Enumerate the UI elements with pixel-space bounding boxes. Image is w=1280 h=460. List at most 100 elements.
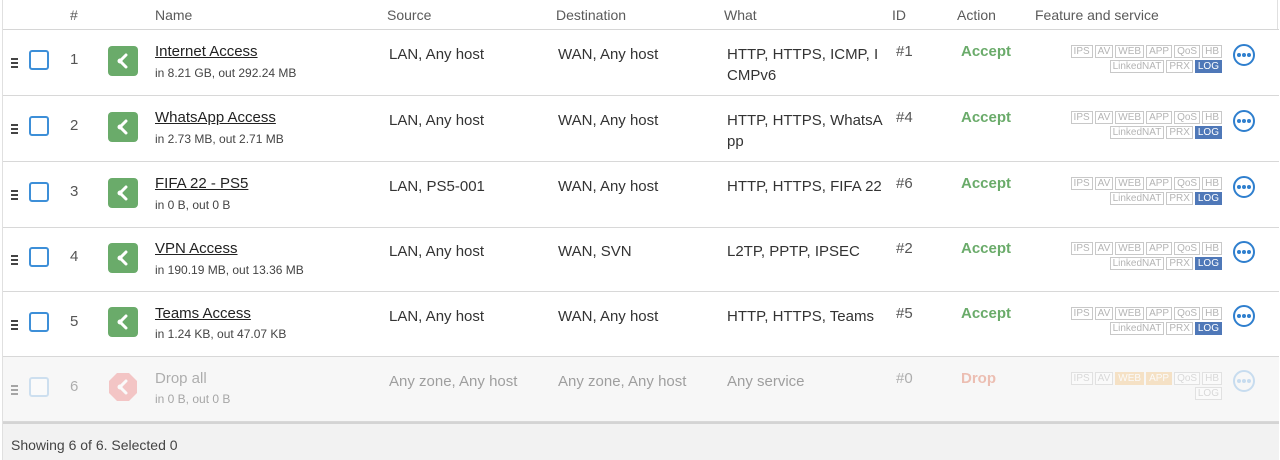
- tag-prx: PRX: [1166, 322, 1193, 335]
- tag-log: LOG: [1194, 60, 1222, 73]
- rule-source: LAN, Any host: [389, 308, 485, 325]
- tag-qos: QoS: [1174, 111, 1201, 124]
- rule-name-link[interactable]: Internet Access: [155, 43, 258, 60]
- tag-qos: QoS: [1174, 45, 1201, 58]
- tag-qos: QoS: [1174, 242, 1201, 255]
- column-header-features[interactable]: Feature and service: [1035, 7, 1159, 23]
- rule-action: Drop: [961, 370, 996, 387]
- drag-handle-icon[interactable]: [11, 124, 18, 136]
- rule-destination: WAN, Any host: [558, 46, 659, 63]
- column-header-action[interactable]: Action: [957, 7, 996, 23]
- rule-action: Accept: [961, 305, 1012, 322]
- column-header-number[interactable]: #: [70, 7, 78, 23]
- allow-rule-icon: [108, 112, 138, 142]
- column-header-name[interactable]: Name: [155, 7, 192, 23]
- allow-rule-icon: [108, 178, 138, 208]
- more-options-icon[interactable]: [1233, 305, 1255, 327]
- row-checkbox[interactable]: [29, 50, 49, 70]
- table-header: # Name Source Destination What ID Action…: [3, 0, 1279, 30]
- row-checkbox[interactable]: [29, 182, 49, 202]
- rule-name-link[interactable]: Teams Access: [155, 305, 251, 322]
- rule-id: #2: [896, 240, 913, 257]
- tag-av: AV: [1094, 111, 1114, 124]
- rule-name-link[interactable]: VPN Access: [155, 240, 238, 257]
- tag-log: LOG: [1194, 387, 1222, 400]
- tag-hb: HB: [1202, 242, 1222, 255]
- table-footer: Showing 6 of 6. Selected 0: [3, 422, 1279, 460]
- rule-row[interactable]: 3 FIFA 22 - PS5 in 0 B, out 0 B LAN, PS5…: [3, 162, 1279, 228]
- rule-traffic: in 1.24 KB, out 47.07 KB: [155, 327, 287, 341]
- tag-log: LOG: [1194, 322, 1222, 335]
- rule-traffic: in 8.21 GB, out 292.24 MB: [155, 66, 297, 80]
- tag-hb: HB: [1202, 45, 1222, 58]
- drag-handle-icon[interactable]: [11, 255, 18, 267]
- tag-av: AV: [1094, 45, 1114, 58]
- rule-id: #1: [896, 43, 913, 60]
- drag-handle-icon: [11, 385, 18, 397]
- feature-tags: IPS AV WEB APP QoS HB LinkedNAT PRX LOG: [1047, 45, 1222, 75]
- rule-destination: WAN, Any host: [558, 178, 659, 195]
- more-options-icon[interactable]: [1233, 370, 1255, 392]
- rule-traffic: in 0 B, out 0 B: [155, 198, 231, 212]
- rule-row[interactable]: 5 Teams Access in 1.24 KB, out 47.07 KB …: [3, 292, 1279, 357]
- more-options-icon[interactable]: [1233, 44, 1255, 66]
- rule-action: Accept: [961, 109, 1012, 126]
- tag-web: WEB: [1115, 111, 1145, 124]
- rule-row-default-drop[interactable]: 6 Drop all in 0 B, out 0 B Any zone, Any…: [3, 357, 1279, 422]
- drag-handle-icon[interactable]: [11, 190, 18, 202]
- more-options-icon[interactable]: [1233, 110, 1255, 132]
- rule-destination: WAN, SVN: [558, 243, 632, 260]
- rule-what: L2TP, PPTP, IPSEC: [727, 243, 860, 260]
- tag-linkednat: LinkedNAT: [1109, 257, 1165, 270]
- rule-source: LAN, Any host: [389, 46, 485, 63]
- rule-row[interactable]: 1 Internet Access in 8.21 GB, out 292.24…: [3, 30, 1279, 96]
- tag-app: APP: [1146, 307, 1173, 320]
- drop-rule-icon: [108, 372, 138, 402]
- rule-destination: WAN, Any host: [558, 112, 659, 129]
- status-summary: Showing 6 of 6. Selected 0: [11, 437, 178, 453]
- rule-source: LAN, Any host: [389, 112, 485, 129]
- tag-web: WEB: [1115, 242, 1145, 255]
- rule-source: LAN, Any host: [389, 243, 485, 260]
- column-header-destination[interactable]: Destination: [556, 7, 626, 23]
- tag-linkednat: LinkedNAT: [1109, 322, 1165, 335]
- more-options-icon[interactable]: [1233, 176, 1255, 198]
- rule-name-link[interactable]: FIFA 22 - PS5: [155, 175, 248, 192]
- row-checkbox[interactable]: [29, 312, 49, 332]
- tag-qos: QoS: [1174, 177, 1201, 190]
- tag-app: APP: [1146, 372, 1173, 385]
- tag-linkednat: LinkedNAT: [1109, 126, 1165, 139]
- tag-av: AV: [1094, 307, 1114, 320]
- column-header-what[interactable]: What: [724, 7, 757, 23]
- column-header-id[interactable]: ID: [892, 7, 906, 23]
- column-header-source[interactable]: Source: [387, 7, 431, 23]
- rule-number: 1: [70, 51, 79, 68]
- drag-handle-icon[interactable]: [11, 320, 18, 332]
- rule-id: #5: [896, 305, 913, 322]
- tag-web: WEB: [1115, 177, 1145, 190]
- tag-app: APP: [1146, 242, 1173, 255]
- rule-name-link[interactable]: WhatsApp Access: [155, 109, 276, 126]
- tag-av: AV: [1094, 372, 1114, 385]
- tag-app: APP: [1146, 111, 1173, 124]
- tag-app: APP: [1146, 177, 1173, 190]
- row-checkbox[interactable]: [29, 116, 49, 136]
- row-checkbox[interactable]: [29, 247, 49, 267]
- feature-tags: IPS AV WEB APP QoS HB LinkedNAT PRX LOG: [1047, 307, 1222, 337]
- row-checkbox: [29, 377, 49, 397]
- more-options-icon[interactable]: [1233, 241, 1255, 263]
- tag-hb: HB: [1202, 372, 1222, 385]
- feature-tags: IPS AV WEB APP QoS HB LinkedNAT PRX LOG: [1047, 177, 1222, 207]
- rule-row[interactable]: 2 WhatsApp Access in 2.73 MB, out 2.71 M…: [3, 96, 1279, 162]
- tag-prx: PRX: [1166, 192, 1193, 205]
- rule-number: 5: [70, 313, 79, 330]
- rule-id: #4: [896, 109, 913, 126]
- tag-web: WEB: [1115, 307, 1145, 320]
- rule-action: Accept: [961, 240, 1012, 257]
- tag-app: APP: [1146, 45, 1173, 58]
- rule-row[interactable]: 4 VPN Access in 190.19 MB, out 13.36 MB …: [3, 228, 1279, 292]
- tag-linkednat: LinkedNAT: [1109, 192, 1165, 205]
- rule-number: 3: [70, 183, 79, 200]
- drag-handle-icon[interactable]: [11, 58, 18, 70]
- rule-destination: Any zone, Any host: [558, 373, 687, 390]
